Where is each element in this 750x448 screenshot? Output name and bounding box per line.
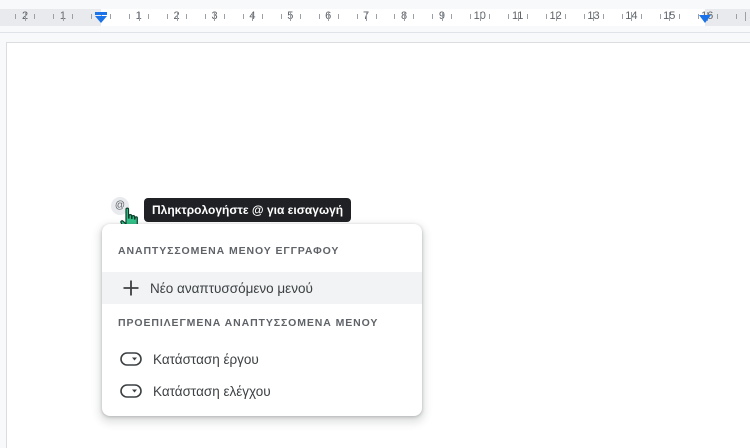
ruler-tick	[403, 12, 405, 21]
ruler-tick	[555, 12, 557, 21]
ruler-tick	[489, 14, 491, 19]
ruler-tick	[223, 14, 225, 19]
ruler-tick	[328, 12, 330, 21]
ruler-tick	[517, 12, 519, 21]
ruler-tick	[669, 12, 671, 21]
ruler-tick	[527, 14, 529, 19]
new-dropdown-label: Νέο αναπτυσσόμενο μενού	[150, 280, 313, 296]
ruler-tick	[479, 12, 481, 21]
ruler-tick	[659, 14, 661, 19]
ruler-tick	[91, 14, 93, 19]
ruler-tick	[508, 14, 510, 19]
horizontal-ruler[interactable]: 2112345678910111213141516	[0, 0, 750, 33]
ruler-tick	[394, 14, 396, 19]
ruler-tick	[280, 14, 282, 19]
ruler-tick	[186, 14, 188, 19]
ruler-tick	[735, 14, 737, 19]
ruler-tick	[252, 12, 254, 21]
ruler-tick	[678, 14, 680, 19]
ruler-tick	[451, 14, 453, 19]
ruler-tick	[176, 12, 178, 21]
ruler-tick	[375, 14, 377, 19]
ruler-tick	[432, 14, 434, 19]
left-indent-marker[interactable]	[95, 12, 107, 23]
ruler-tick	[583, 14, 585, 19]
ruler-tick	[261, 14, 263, 19]
plus-icon	[119, 279, 143, 297]
section-heading-preset: ΠΡΟΕΠΙΛΕΓΜΕΝΑ ΑΝΑΠΤΥΣΣΟΜΕΝΑ ΜΕΝΟΥ	[118, 317, 379, 329]
ruler-tick	[593, 12, 595, 21]
right-indent-marker[interactable]	[699, 15, 711, 26]
insert-tooltip: Πληκτρολογήστε @ για εισαγωγή	[144, 198, 352, 222]
ruler-tick	[366, 12, 368, 21]
ruler-tick	[356, 14, 358, 19]
ruler-tick	[631, 12, 633, 21]
ruler-tick	[34, 14, 36, 19]
ruler-tick	[470, 14, 472, 19]
ruler-tick	[546, 14, 548, 19]
dropdown-insert-menu: ΑΝΑΠΤΥΣΣΟΜΕΝΑ ΜΕΝΟΥ ΕΓΓΡΑΦΟΥ Νέο αναπτυσ…	[102, 224, 422, 416]
ruler-tick	[72, 14, 74, 19]
ruler-tick	[110, 14, 112, 19]
preset-label: Κατάσταση ελέγχου	[153, 383, 271, 399]
ruler-tick	[745, 12, 747, 21]
ruler-tick	[716, 14, 718, 19]
ruler-tick	[148, 14, 150, 19]
ruler-tick	[602, 14, 604, 19]
ruler-tick	[214, 12, 216, 21]
ruler-tick	[242, 14, 244, 19]
ruler-tick	[441, 12, 443, 21]
preset-review-status-item[interactable]: Κατάσταση ελέγχου	[102, 375, 422, 407]
ruler-tick	[167, 14, 169, 19]
preset-project-status-item[interactable]: Κατάσταση έργου	[102, 343, 422, 375]
ruler-tick	[413, 14, 415, 19]
ruler-tick	[138, 12, 140, 21]
dropdown-chip-icon	[119, 384, 143, 398]
ruler-tick	[24, 12, 26, 21]
ruler-tick	[337, 14, 339, 19]
new-dropdown-item[interactable]: Νέο αναπτυσσόμενο μενού	[102, 272, 422, 304]
ruler-tick	[565, 14, 567, 19]
ruler-tick	[621, 14, 623, 19]
preset-label: Κατάσταση έργου	[153, 351, 259, 367]
ruler-tick	[318, 14, 320, 19]
ruler-tick	[640, 14, 642, 19]
ruler-tick	[62, 12, 64, 21]
section-heading-document: ΑΝΑΠΤΥΣΣΟΜΕΝΑ ΜΕΝΟΥ ΕΓΓΡΑΦΟΥ	[118, 245, 340, 257]
ruler-tick	[299, 14, 301, 19]
ruler-tick	[129, 14, 131, 19]
ruler-tick	[290, 12, 292, 21]
ruler-tick	[204, 14, 206, 19]
ruler-tick	[15, 14, 17, 19]
dropdown-chip-icon	[119, 352, 143, 366]
ruler-tick	[53, 14, 55, 19]
